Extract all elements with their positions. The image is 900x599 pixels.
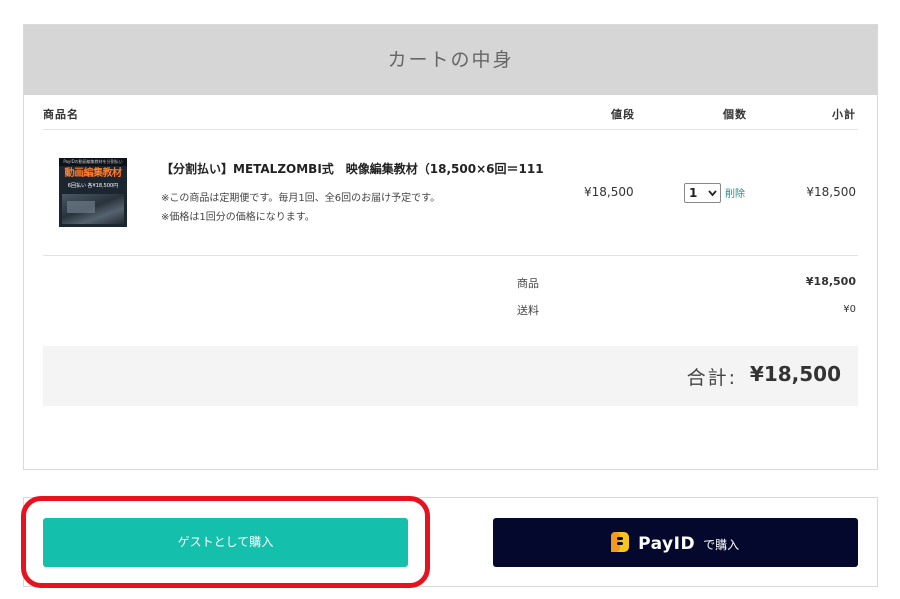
payid-button-label: で購入 <box>703 537 740 552</box>
payid-logo-icon <box>610 531 630 557</box>
summary-shipping-value: ¥0 <box>843 304 856 315</box>
product-name[interactable]: 【分割払い】METALZOMBI式 映像編集教材（18,500×6回＝111 <box>161 160 544 177</box>
summary-goods-value: ¥18,500 <box>805 275 856 288</box>
thumbnail-screenshot-detail <box>67 201 95 213</box>
cart-title: カートの中身 <box>24 25 877 95</box>
product-note: ※価格は1回分の価格になります。 <box>161 212 315 223</box>
payid-purchase-button[interactable]: PayID で購入 <box>493 518 858 567</box>
item-price: ¥18,500 <box>584 185 634 199</box>
divider <box>43 129 858 130</box>
summary-goods-label: 商品 <box>517 277 539 290</box>
purchase-actions: ゲストとして購入 PayID で購入 <box>23 497 878 587</box>
cart-panel: カートの中身 商品名 値段 個数 小計 PayIDの動画編集教材を分割払い 動画… <box>23 24 878 470</box>
column-header-product: 商品名 <box>43 108 79 121</box>
product-thumbnail[interactable]: PayIDの動画編集教材を分割払い 動画編集教材 6回払い 各¥18,500円 <box>59 158 127 227</box>
column-header-quantity: 個数 <box>723 108 747 121</box>
total-value: ¥18,500 <box>749 362 841 386</box>
payid-button-content: PayID で購入 <box>610 531 739 555</box>
divider <box>43 255 858 256</box>
delete-link[interactable]: 削除 <box>725 185 745 200</box>
column-header-subtotal: 小計 <box>832 108 856 121</box>
total-label: 合計: <box>686 367 737 389</box>
column-header-price: 値段 <box>611 108 635 121</box>
guest-purchase-button[interactable]: ゲストとして購入 <box>43 518 408 567</box>
quantity-select[interactable]: 1 <box>684 183 721 203</box>
total-bar: 合計: ¥18,500 <box>43 346 858 406</box>
thumbnail-price-text: 6回払い 各¥18,500円 <box>67 183 119 189</box>
product-note: ※この商品は定期便です。毎月1回、全6回のお届け予定です。 <box>161 193 441 204</box>
quantity-value: 1 <box>689 186 698 200</box>
item-subtotal: ¥18,500 <box>806 185 856 199</box>
thumbnail-top-text: PayIDの動画編集教材を分割払い <box>59 158 127 166</box>
thumbnail-title-text: 動画編集教材 <box>64 168 123 179</box>
chevron-down-icon <box>708 184 717 209</box>
summary-shipping-label: 送料 <box>517 304 539 317</box>
payid-logo-text: PayID <box>638 534 696 554</box>
